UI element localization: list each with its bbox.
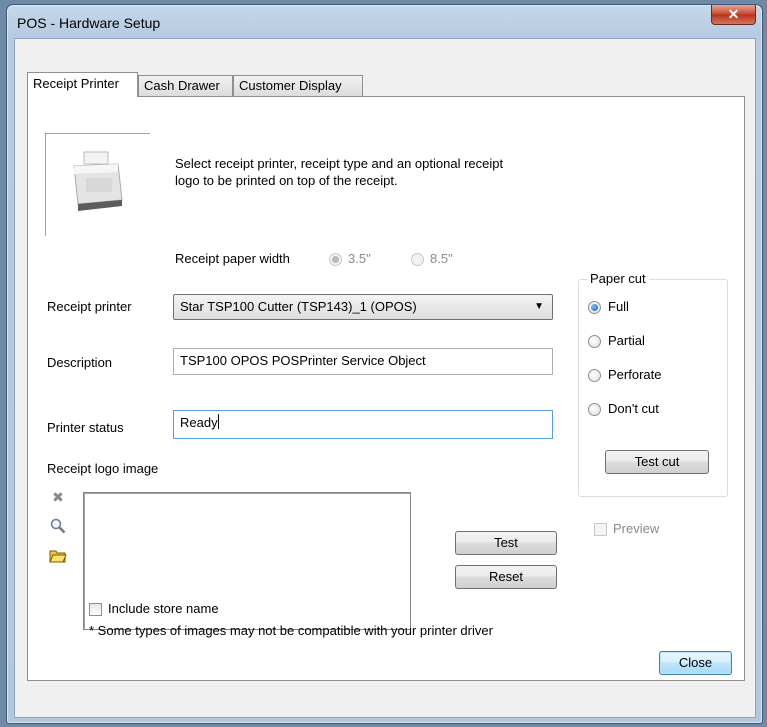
test-cut-button[interactable]: Test cut [605,450,709,474]
paper-cut-full-radio[interactable] [588,301,601,314]
paper-width-8-5-radio[interactable] [411,253,424,266]
paper-cut-partial-radio[interactable] [588,335,601,348]
window-title: POS - Hardware Setup [17,15,161,31]
paper-width-3-5-radio[interactable] [329,253,342,266]
compatibility-note: * Some types of images may not be compat… [89,623,493,638]
description-label: Description [47,355,113,370]
receipt-printer-dropdown[interactable]: Star TSP100 Cutter (TSP143)_1 (OPOS) ▼ [173,294,553,320]
hardware-setup-window: POS - Hardware Setup ✕ Receipt Printer C… [6,4,763,724]
include-store-name-label: Include store name [108,601,219,616]
paper-cut-perforate-radio[interactable] [588,369,601,382]
printer-status-value: Ready [180,415,218,430]
remove-icon[interactable]: ✖ [49,488,67,506]
close-icon: ✕ [727,6,740,22]
receipt-logo-label: Receipt logo image [47,461,159,476]
paper-width-3-5-label: 3.5" [348,251,371,266]
dropdown-arrow-icon: ▼ [534,301,544,312]
window-close-button[interactable]: ✕ [711,5,756,25]
paper-cut-partial-label: Partial [608,333,645,348]
paper-cut-perforate-label: Perforate [608,367,662,382]
receipt-printer-icon [73,151,123,211]
paper-cut-dont-cut-label: Don't cut [608,401,659,416]
magnifier-icon[interactable] [49,518,67,536]
receipt-printer-label: Receipt printer [47,299,132,314]
include-store-name-checkbox[interactable] [89,603,102,616]
printer-status-field[interactable]: Ready [173,410,553,439]
printer-image-frame [45,133,150,236]
folder-icon[interactable] [49,548,67,566]
printer-status-label: Printer status [47,420,124,435]
description-field[interactable]: TSP100 OPOS POSPrinter Service Object [173,348,553,375]
paper-width-8-5-label: 8.5" [430,251,453,266]
intro-text-line1: Select receipt printer, receipt type and… [175,156,504,171]
intro-text-line2: logo to be printed on top of the receipt… [175,173,398,188]
receipt-printer-value: Star TSP100 Cutter (TSP143)_1 (OPOS) [180,299,417,314]
test-button[interactable]: Test [455,531,557,555]
paper-cut-full-label: Full [608,299,629,314]
tab-cash-drawer[interactable]: Cash Drawer [138,75,233,96]
tab-receipt-printer[interactable]: Receipt Printer [27,72,138,97]
paper-cut-dont-cut-radio[interactable] [588,403,601,416]
close-button[interactable]: Close [659,651,732,675]
tab-customer-display[interactable]: Customer Display [233,75,363,96]
magnifier-glyph [50,518,66,534]
preview-checkbox[interactable] [594,523,607,536]
folder-glyph [49,550,67,563]
title-bar[interactable]: POS - Hardware Setup ✕ [7,5,762,37]
paper-cut-label: Paper cut [587,271,649,286]
reset-button[interactable]: Reset [455,565,557,589]
preview-label: Preview [613,521,660,536]
text-caret [217,414,219,429]
paper-width-label: Receipt paper width [175,251,290,266]
dialog-client-area: Receipt Printer Cash Drawer Customer Dis… [14,38,756,718]
